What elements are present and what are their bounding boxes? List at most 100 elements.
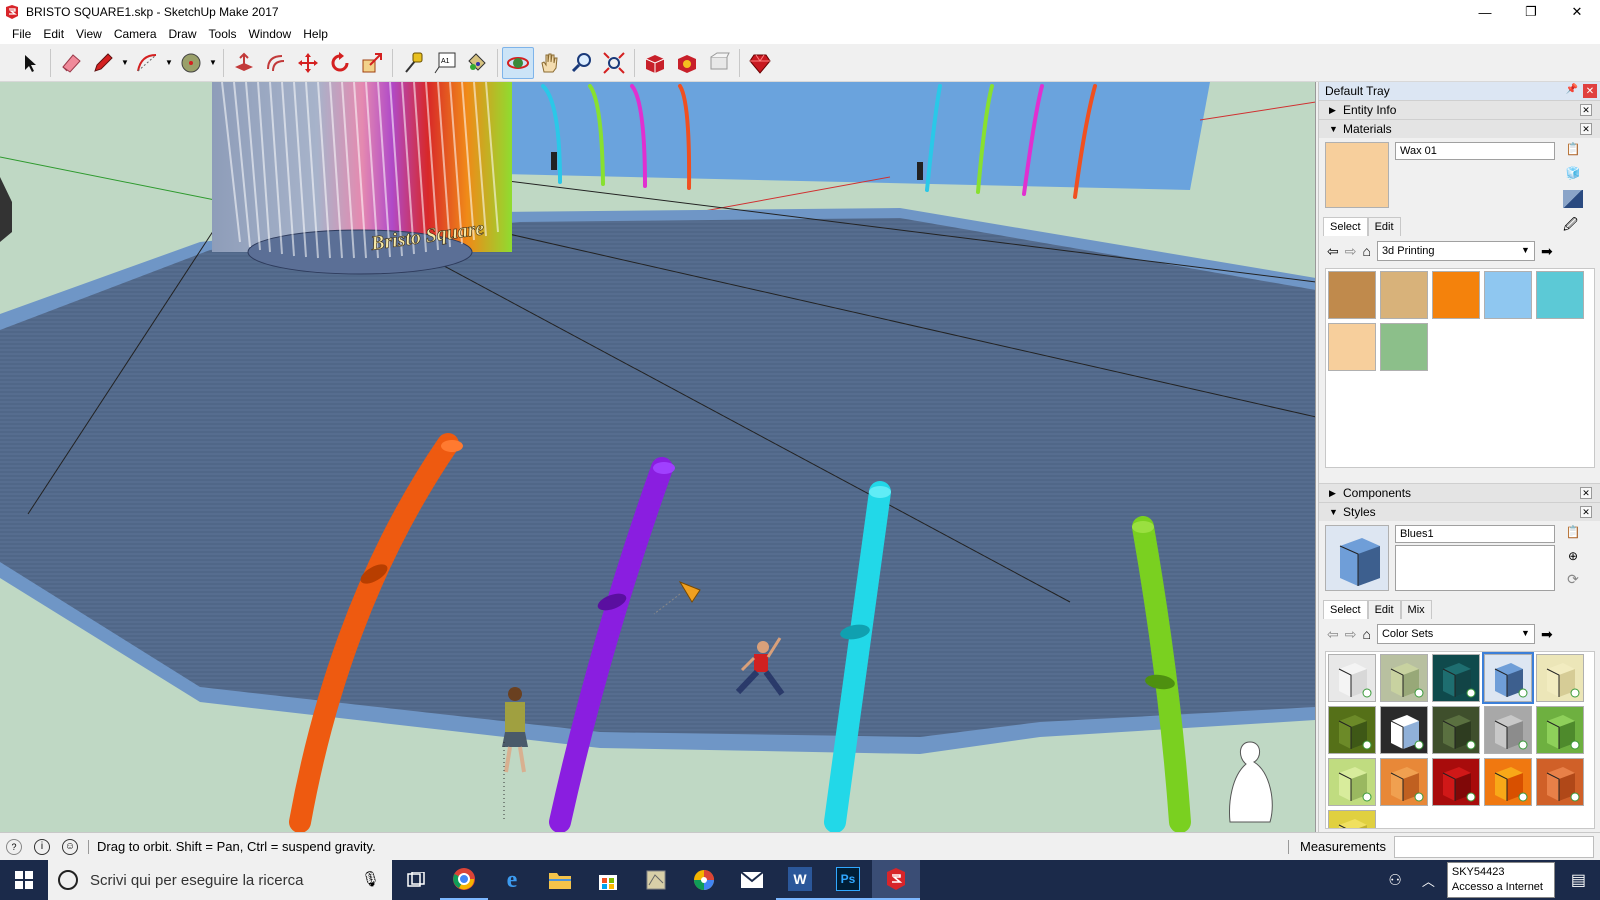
style-swatch[interactable] [1328,706,1376,754]
pan-tool-button[interactable] [534,47,566,79]
materials-panel-header[interactable]: ▼ Materials ✕ [1319,119,1600,138]
details-arrow-icon[interactable]: ➡ [1541,243,1553,260]
styles-library-dropdown[interactable]: Color Sets ▼ [1376,624,1535,644]
material-swatch[interactable] [1380,323,1428,371]
taskbar-search-box[interactable]: Scrivi qui per eseguire la ricerca 🎙 [48,860,392,900]
taskbar-picasa[interactable] [680,860,728,900]
taskbar-map-app[interactable] [632,860,680,900]
tab-select[interactable]: Select [1323,600,1368,619]
push-pull-tool-button[interactable] [228,47,260,79]
rotate-tool-button[interactable] [324,47,356,79]
line-tool-button[interactable] [87,47,119,79]
style-swatch[interactable] [1380,654,1428,702]
create-style-icon[interactable]: ⊕ [1563,549,1583,567]
menu-edit[interactable]: Edit [37,27,70,41]
orbit-tool-button[interactable] [502,46,534,79]
circle-tool-button[interactable] [175,47,207,79]
select-tool-button[interactable] [14,47,46,79]
material-swatch[interactable] [1536,271,1584,319]
menu-help[interactable]: Help [297,27,334,41]
tray-close-button[interactable]: ✕ [1583,84,1597,98]
send-to-layout-button[interactable] [703,47,735,79]
material-swatch[interactable] [1328,271,1376,319]
taskbar-store[interactable] [584,860,632,900]
taskbar-chrome[interactable] [440,860,488,900]
details-arrow-icon[interactable]: ➡ [1541,626,1553,643]
close-icon[interactable]: ✕ [1580,506,1592,518]
home-icon[interactable]: ⌂ [1362,626,1370,642]
start-button[interactable] [0,860,48,900]
forward-arrow-icon[interactable]: ⇨ [1345,243,1357,260]
geolocation-icon[interactable]: ? [6,838,22,855]
home-icon[interactable]: ⌂ [1362,243,1370,259]
style-swatch[interactable] [1536,758,1584,806]
menu-window[interactable]: Window [243,27,298,41]
style-swatch[interactable] [1328,758,1376,806]
taskbar-word[interactable]: W [776,860,824,900]
style-swatch[interactable] [1328,810,1376,828]
credits-icon[interactable]: i [34,838,50,855]
text-tool-button[interactable]: A1 [429,47,461,79]
menu-view[interactable]: View [70,27,108,41]
extension-warehouse-button[interactable] [671,47,703,79]
line-tool-dropdown[interactable]: ▼ [119,47,131,79]
tab-mix[interactable]: Mix [1400,600,1432,619]
arc-tool-dropdown[interactable]: ▼ [163,47,175,79]
tab-select[interactable]: Select [1323,217,1368,236]
style-swatch[interactable] [1380,706,1428,754]
ruby-console-button[interactable] [744,47,776,79]
zoom-extents-tool-button[interactable] [598,47,630,79]
material-swatch[interactable] [1484,271,1532,319]
taskbar-mail[interactable] [728,860,776,900]
move-tool-button[interactable] [292,47,324,79]
style-name-field[interactable]: Blues1 [1395,525,1555,543]
microphone-icon[interactable]: 🎙 [361,870,380,888]
menu-draw[interactable]: Draw [163,27,203,41]
tab-edit[interactable]: Edit [1367,217,1401,236]
menu-camera[interactable]: Camera [108,27,163,41]
menu-file[interactable]: File [6,27,37,41]
taskbar-edge[interactable]: e [488,860,536,900]
style-swatch[interactable] [1482,652,1534,704]
offset-tool-button[interactable] [260,47,292,79]
components-panel-header[interactable]: ▶ Components ✕ [1319,483,1600,502]
style-swatch[interactable] [1484,706,1532,754]
default-material-icon[interactable] [1563,190,1583,208]
notifications-icon[interactable]: ▤ [1571,870,1586,890]
style-swatch[interactable] [1484,758,1532,806]
scale-tool-button[interactable] [356,47,388,79]
back-arrow-icon[interactable]: ⇦ [1327,243,1339,260]
chevron-up-icon[interactable]: ︿ [1422,871,1435,890]
minimize-button[interactable]: — [1462,0,1508,24]
material-swatch[interactable] [1432,271,1480,319]
style-swatch[interactable] [1380,758,1428,806]
user-account-icon[interactable]: ☺ [62,838,78,855]
material-name-field[interactable]: Wax 01 [1395,142,1555,160]
paint-bucket-tool-button[interactable] [461,47,493,79]
update-style-icon[interactable]: ⟳ [1563,571,1583,589]
style-swatch[interactable] [1536,706,1584,754]
forward-arrow-icon[interactable]: ⇨ [1345,626,1357,643]
model-viewport[interactable]: Bristo Square [0,82,1316,832]
tape-measure-tool-button[interactable] [397,47,429,79]
style-swatch[interactable] [1432,654,1480,702]
close-button[interactable]: ✕ [1554,0,1600,24]
maximize-button[interactable]: ❐ [1508,0,1554,24]
entity-info-panel-header[interactable]: ▶ Entity Info ✕ [1319,100,1600,119]
material-swatch[interactable] [1380,271,1428,319]
pin-icon[interactable]: 📌 [1566,84,1578,95]
display-secondary-browser-icon[interactable]: 📋 [1563,525,1583,543]
taskbar-photoshop[interactable]: Ps [824,860,872,900]
style-swatch[interactable] [1536,654,1584,702]
create-material-icon[interactable]: 🧊 [1563,166,1583,184]
arc-tool-button[interactable] [131,47,163,79]
close-icon[interactable]: ✕ [1580,104,1592,116]
tab-edit[interactable]: Edit [1367,600,1401,619]
materials-library-dropdown[interactable]: 3d Printing ▼ [1376,241,1535,261]
3d-warehouse-button[interactable] [639,47,671,79]
sample-paint-icon[interactable]: 🖉 [1563,214,1578,238]
material-swatch[interactable] [1328,323,1376,371]
display-secondary-browser-icon[interactable]: 📋 [1563,142,1583,160]
circle-tool-dropdown[interactable]: ▼ [207,47,219,79]
style-swatch[interactable] [1432,706,1480,754]
